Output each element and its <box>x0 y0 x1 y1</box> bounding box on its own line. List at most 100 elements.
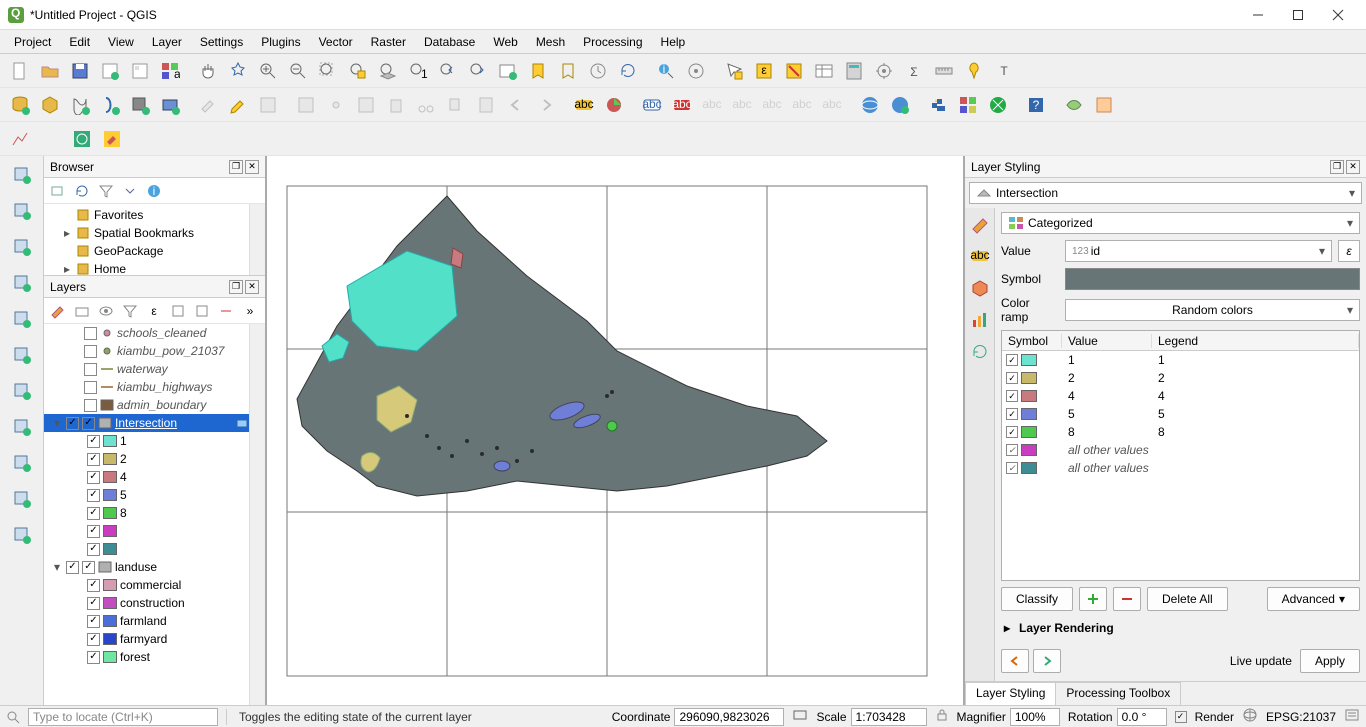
delimited-icon[interactable] <box>7 268 37 298</box>
optionsb-icon[interactable] <box>1090 91 1118 119</box>
raster-new-icon[interactable] <box>7 196 37 226</box>
layers-undock-button[interactable]: ❐ <box>229 280 243 294</box>
ls-layer-selector[interactable]: Intersection <box>969 182 1362 204</box>
deselect-icon[interactable] <box>780 57 808 85</box>
menu-processing[interactable]: Processing <box>575 33 650 51</box>
new-map-view-icon[interactable] <box>494 57 522 85</box>
delete-all-button[interactable]: Delete All <box>1147 587 1228 611</box>
label-show-icon[interactable]: abc <box>698 91 726 119</box>
layer-row[interactable]: kiambu_pow_21037 <box>44 342 265 360</box>
expression-filter-icon[interactable]: ε <box>144 301 164 321</box>
menu-help[interactable]: Help <box>653 33 694 51</box>
maximize-button[interactable] <box>1278 1 1318 29</box>
zoom-full-icon[interactable] <box>314 57 342 85</box>
open-project-icon[interactable] <box>36 57 64 85</box>
scale-lock-icon[interactable] <box>935 708 949 725</box>
toggle-edit-icon[interactable] <box>224 91 252 119</box>
data-source-icon[interactable] <box>6 91 34 119</box>
menu-settings[interactable]: Settings <box>192 33 251 51</box>
remove-category-button[interactable] <box>1113 587 1141 611</box>
layer-row[interactable]: commercial <box>44 576 265 594</box>
select-features-icon[interactable] <box>720 57 748 85</box>
diagrams-tab-icon[interactable] <box>968 308 992 332</box>
layer-row[interactable] <box>44 540 265 558</box>
menu-mesh[interactable]: Mesh <box>528 33 573 51</box>
identify-icon[interactable]: i <box>652 57 680 85</box>
quick-osm-edit-icon[interactable] <box>98 125 126 153</box>
apply-button[interactable]: Apply <box>1300 649 1360 673</box>
field-calc-icon[interactable] <box>840 57 868 85</box>
attribute-table-icon[interactable] <box>810 57 838 85</box>
browser-item[interactable]: ▸Home <box>48 260 261 276</box>
tab-layer-styling[interactable]: Layer Styling <box>965 682 1056 705</box>
menu-web[interactable]: Web <box>485 33 525 51</box>
minimize-button[interactable] <box>1238 1 1278 29</box>
category-row[interactable]: 55 <box>1002 405 1359 423</box>
zoom-next-icon[interactable] <box>464 57 492 85</box>
refresh-icon[interactable] <box>72 181 92 201</box>
rotation-input[interactable] <box>1117 708 1167 726</box>
render-checkbox[interactable] <box>1175 711 1187 723</box>
layer-row[interactable]: ▾Intersection <box>44 414 265 432</box>
cut-features-icon[interactable] <box>412 91 440 119</box>
ls-undock-button[interactable]: ❐ <box>1330 160 1344 174</box>
more-icon[interactable]: » <box>240 301 260 321</box>
action-icon[interactable] <box>682 57 710 85</box>
save-edits-icon[interactable] <box>254 91 282 119</box>
category-row[interactable]: all other values <box>1002 459 1359 477</box>
category-row[interactable]: 11 <box>1002 351 1359 369</box>
plugins-icon[interactable] <box>954 91 982 119</box>
col-value[interactable]: Value <box>1062 334 1152 348</box>
layer-row[interactable]: forest <box>44 648 265 666</box>
categories-table[interactable]: Symbol Value Legend 1122445588all other … <box>1001 330 1360 581</box>
locator-input[interactable]: Type to locate (Ctrl+K) <box>28 708 218 726</box>
collapse-all-icon[interactable] <box>192 301 212 321</box>
modify-attrs-icon[interactable] <box>352 91 380 119</box>
crs-icon[interactable] <box>1242 707 1258 726</box>
advanced-button[interactable]: Advanced▾ <box>1267 587 1360 611</box>
layer-row[interactable]: kiambu_highways <box>44 378 265 396</box>
statistics-icon[interactable]: Σ <box>900 57 928 85</box>
browser-scrollbar[interactable] <box>249 204 265 275</box>
wcs-icon[interactable] <box>7 448 37 478</box>
python-icon[interactable] <box>924 91 952 119</box>
layers-close-button[interactable]: ✕ <box>245 280 259 294</box>
add-feature-icon[interactable] <box>292 91 320 119</box>
new-bookmark-icon[interactable] <box>524 57 552 85</box>
menu-edit[interactable]: Edit <box>61 33 98 51</box>
menu-database[interactable]: Database <box>416 33 483 51</box>
menu-layer[interactable]: Layer <box>144 33 190 51</box>
menu-view[interactable]: View <box>100 33 142 51</box>
vector-new-icon[interactable] <box>7 160 37 190</box>
scale-input[interactable] <box>851 708 927 726</box>
ls-close-button[interactable]: ✕ <box>1346 160 1360 174</box>
layer-row[interactable]: 1 <box>44 432 265 450</box>
optionsa-icon[interactable] <box>1060 91 1088 119</box>
zoom-selection-icon[interactable] <box>344 57 372 85</box>
zoom-out-icon[interactable] <box>284 57 312 85</box>
col-symbol[interactable]: Symbol <box>1002 334 1062 348</box>
layer-row[interactable]: admin_boundary <box>44 396 265 414</box>
save-project-icon[interactable] <box>66 57 94 85</box>
undo-style-button[interactable] <box>1001 649 1029 673</box>
remove-layer-icon[interactable] <box>216 301 236 321</box>
layers-scrollbar[interactable] <box>249 324 265 705</box>
new-shapefile-icon[interactable] <box>66 91 94 119</box>
add-category-button[interactable] <box>1079 587 1107 611</box>
label-change-icon[interactable]: abc <box>788 91 816 119</box>
browser-undock-button[interactable]: ❐ <box>229 160 243 174</box>
quick-osm-icon[interactable] <box>68 125 96 153</box>
new-geopackage-icon[interactable] <box>36 91 64 119</box>
symbology-tab-icon[interactable] <box>968 212 992 236</box>
processing-toolbox-icon[interactable] <box>870 57 898 85</box>
new-print-layout-icon[interactable] <box>96 57 124 85</box>
temporal-icon[interactable] <box>584 57 612 85</box>
redo-icon[interactable] <box>532 91 560 119</box>
spatialite-icon[interactable] <box>7 304 37 334</box>
help-icon[interactable]: ? <box>1022 91 1050 119</box>
filter-icon[interactable] <box>96 181 116 201</box>
layer-row[interactable] <box>44 522 265 540</box>
browser-item[interactable]: Favorites <box>48 206 261 224</box>
select-value-icon[interactable]: ε <box>750 57 778 85</box>
menu-plugins[interactable]: Plugins <box>253 33 308 51</box>
